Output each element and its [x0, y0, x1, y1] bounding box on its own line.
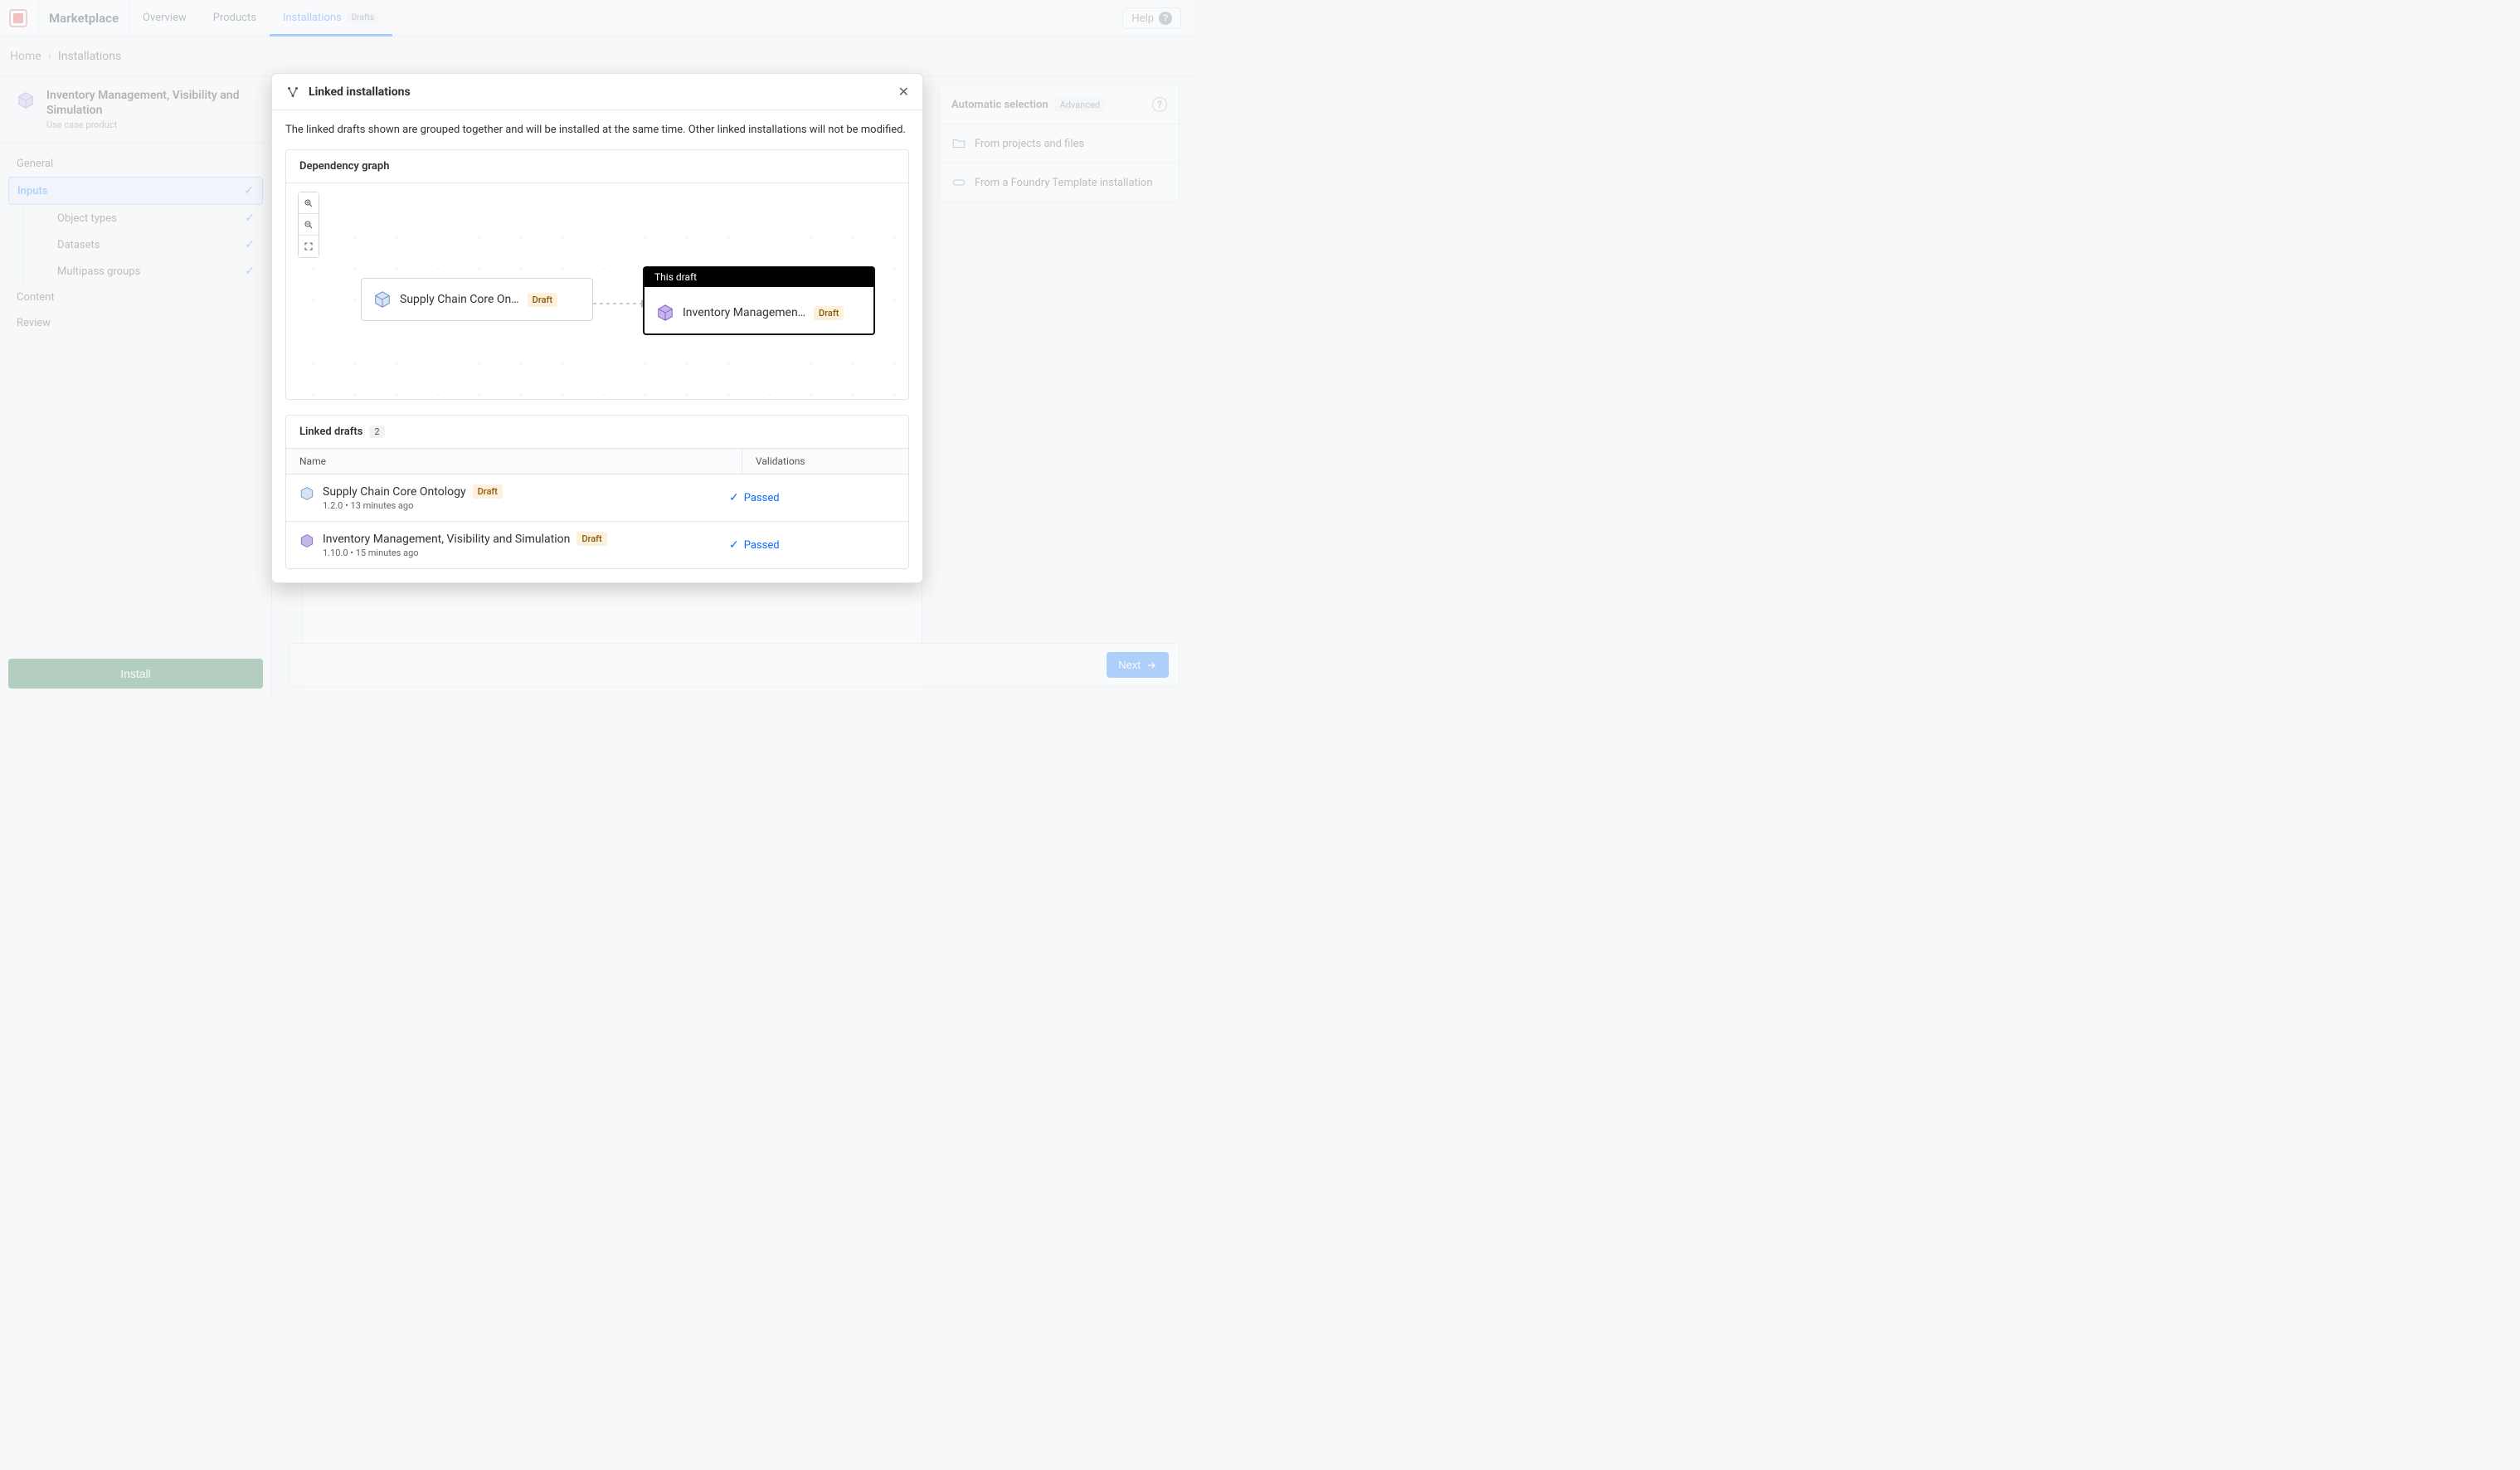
- product-icon: [299, 486, 314, 501]
- product-icon: [656, 304, 674, 322]
- graph-icon: [285, 85, 300, 100]
- graph-node-this-draft[interactable]: This draft Inventory Managemen… Draft: [643, 266, 875, 335]
- graph-node-dependency[interactable]: Supply Chain Core On… Draft: [361, 278, 593, 321]
- zoom-in-icon: [304, 198, 314, 208]
- zoom-out-icon: [304, 220, 314, 230]
- zoom-out-button[interactable]: [299, 214, 319, 236]
- draft-badge: Draft: [576, 532, 606, 546]
- draft-badge: Draft: [473, 484, 503, 499]
- column-name: Name: [286, 449, 742, 474]
- draft-badge: Draft: [814, 306, 844, 320]
- column-validations: Validations: [742, 449, 908, 474]
- dependency-graph-title: Dependency graph: [286, 150, 908, 183]
- draft-badge: Draft: [528, 293, 557, 307]
- product-icon: [299, 533, 314, 548]
- table-row[interactable]: Supply Chain Core Ontology Draft 1.2.0 •…: [286, 475, 908, 522]
- modal-title: Linked installations: [309, 85, 411, 99]
- modal-description: The linked drafts shown are grouped toge…: [285, 124, 909, 136]
- this-draft-label: This draft: [645, 267, 873, 287]
- check-icon: ✓: [729, 491, 739, 504]
- dependency-arrow: [593, 303, 643, 304]
- fit-button[interactable]: [299, 236, 319, 257]
- product-icon: [373, 290, 392, 309]
- zoom-in-button[interactable]: [299, 192, 319, 214]
- table-row[interactable]: Inventory Management, Visibility and Sim…: [286, 522, 908, 568]
- linked-drafts-title: Linked drafts: [299, 426, 362, 438]
- check-icon: ✓: [729, 538, 739, 552]
- count-badge: 2: [369, 426, 384, 438]
- close-icon[interactable]: ✕: [898, 84, 909, 100]
- expand-icon: [304, 241, 314, 251]
